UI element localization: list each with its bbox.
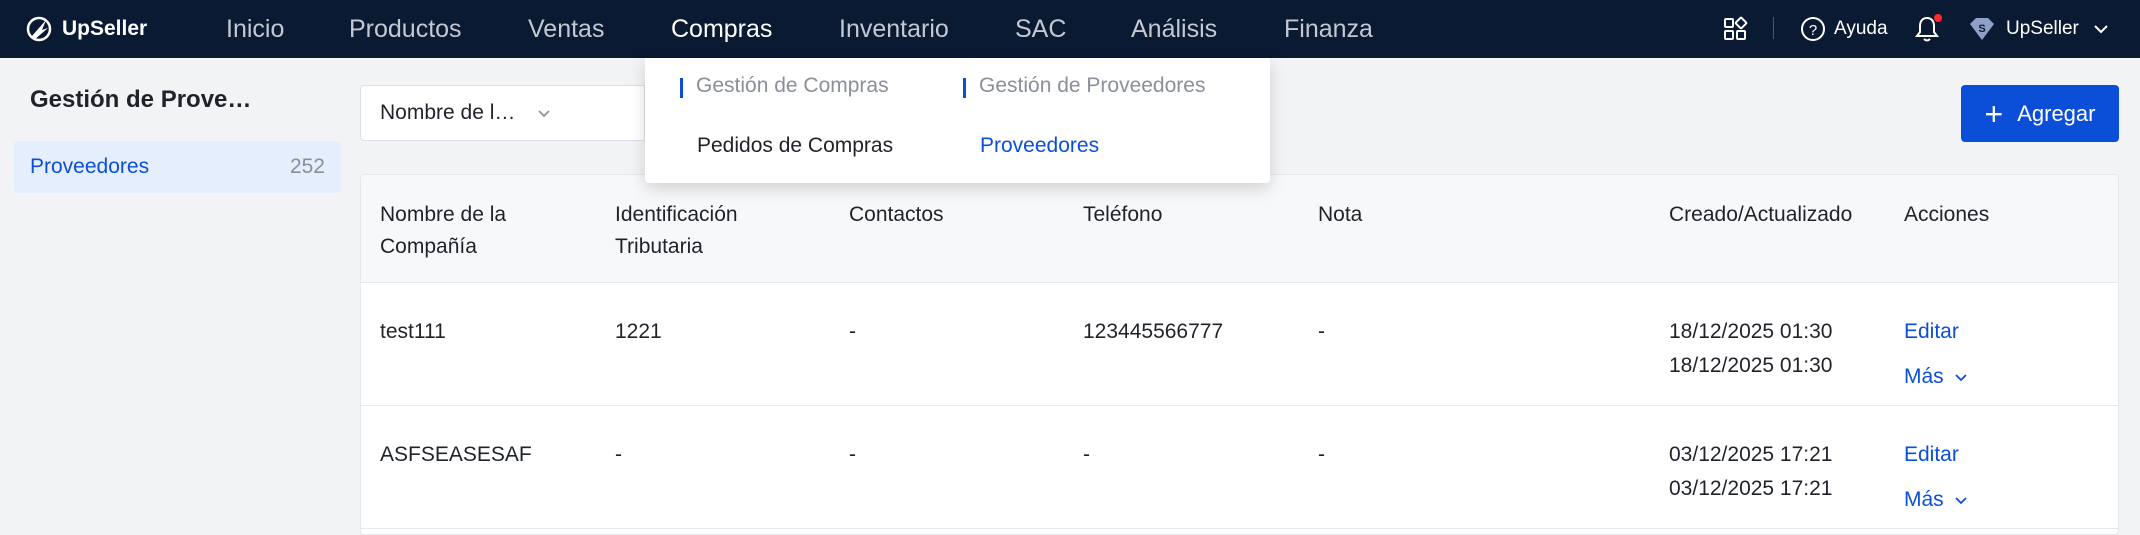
upseller-logo-icon [26,16,52,42]
created-date: 18/12/2025 01:30 [1669,320,1833,343]
cell-tax-id: 1221 [615,320,662,343]
plus-icon: + [1984,95,2004,132]
more-label: Más [1904,365,1944,388]
nav-finanza[interactable]: Finanza [1284,0,1373,58]
column-header-company[interactable]: Nombre de la Compañía [380,199,506,263]
column-header-tax-id[interactable]: Identificación Tributaria [615,199,738,263]
nav-inventario[interactable]: Inventario [839,0,949,58]
column-header-created-updated[interactable]: Creado/Actualizado [1669,199,1852,231]
cell-phone: - [1083,443,1090,466]
sidebar-item-label: Proveedores [30,155,150,178]
sidebar-title: Gestión de Prove… [30,86,252,113]
column-header-tax-line1: Identificación [615,203,738,226]
chevron-down-icon [1954,497,1967,505]
compras-dropdown-menu: Gestión de Compras Gestión de Proveedore… [645,58,1270,183]
sidebar-item-count: 252 [289,155,325,178]
help-label: Ayuda [1834,18,1888,39]
sidebar-item-proveedores[interactable]: Proveedores 252 [14,141,341,193]
notifications-button[interactable] [1914,0,1940,58]
more-label: Más [1904,488,1944,511]
table-row: ASFSEASESAF - - - - 03/12/2025 17:21 03/… [361,406,2118,529]
dropdown-group-heading-proveedores: Gestión de Proveedores [963,74,1205,98]
chevron-down-icon [538,110,550,118]
table-row: test111 1221 - 123445566777 - 18/12/2025… [361,283,2118,406]
chevron-down-icon [2094,25,2108,34]
add-supplier-button[interactable]: + Agregar [1961,85,2119,142]
updated-date: 03/12/2025 17:21 [1669,477,1833,500]
nav-ventas[interactable]: Ventas [528,0,604,58]
cell-note: - [1318,443,1325,466]
column-header-note[interactable]: Nota [1318,199,1362,231]
nav-inicio[interactable]: Inicio [226,0,284,58]
cell-created-updated: 18/12/2025 01:30 18/12/2025 01:30 [1669,315,1833,383]
svg-text:S: S [1978,23,1985,35]
nav-productos[interactable]: Productos [349,0,462,58]
topbar-divider [1773,17,1774,39]
notification-dot [1934,14,1942,22]
more-actions-dropdown[interactable]: Más [1904,365,1968,389]
svg-text:?: ? [1809,22,1817,39]
nav-sac[interactable]: SAC [1015,0,1066,58]
updated-date: 18/12/2025 01:30 [1669,354,1833,377]
created-date: 03/12/2025 17:21 [1669,443,1833,466]
column-header-tax-line2: Tributaria [615,235,703,258]
help-icon: ? [1801,17,1825,41]
table-header: Nombre de la Compañía Identificación Tri… [361,175,2118,283]
add-button-label: Agregar [2017,100,2096,126]
cell-tax-id: - [615,443,622,466]
menu-item-pedidos-de-compras[interactable]: Pedidos de Compras [697,134,893,158]
help-button[interactable]: ? Ayuda [1800,0,1888,58]
top-navigation-bar: UpSeller Inicio Productos Ventas Compras… [0,0,2140,58]
nav-analisis[interactable]: Análisis [1131,0,1217,58]
account-avatar-icon: S [1970,18,1994,40]
column-header-actions: Acciones [1904,203,1990,226]
column-header-phone[interactable]: Teléfono [1083,199,1162,231]
chevron-down-icon [1954,374,1967,382]
column-header-company-line2: Compañía [380,235,477,258]
cell-contacts: - [849,320,856,343]
cell-contacts: - [849,443,856,466]
edit-link[interactable]: Editar [1904,315,1959,349]
column-header-contacts[interactable]: Contactos [849,199,944,231]
cell-created-updated: 03/12/2025 17:21 03/12/2025 17:21 [1669,438,1833,506]
menu-item-proveedores[interactable]: Proveedores [980,134,1099,158]
cell-company: test111 [380,320,446,343]
cell-company: ASFSEASESAF [380,443,532,466]
search-field-select[interactable]: Nombre de l… [360,85,566,141]
column-header-company-line1: Nombre de la [380,203,507,226]
dropdown-group-heading-compras: Gestión de Compras [680,74,889,98]
search-input[interactable] [565,85,645,141]
more-actions-dropdown[interactable]: Más [1904,488,1968,512]
suppliers-table: Nombre de la Compañía Identificación Tri… [360,174,2119,535]
apps-grid-icon [1724,16,1748,40]
brand-name: UpSeller [62,17,148,40]
cell-note: - [1318,320,1325,343]
account-name: UpSeller [2006,18,2079,39]
account-menu[interactable]: S UpSeller [1966,0,2109,58]
search-field-select-value: Nombre de l… [380,101,516,124]
nav-compras[interactable]: Compras [671,0,772,58]
edit-link[interactable]: Editar [1904,438,1959,472]
cell-phone: 123445566777 [1083,320,1224,343]
apps-grid-button[interactable] [1722,0,1748,58]
brand-logo[interactable]: UpSeller [24,0,147,58]
